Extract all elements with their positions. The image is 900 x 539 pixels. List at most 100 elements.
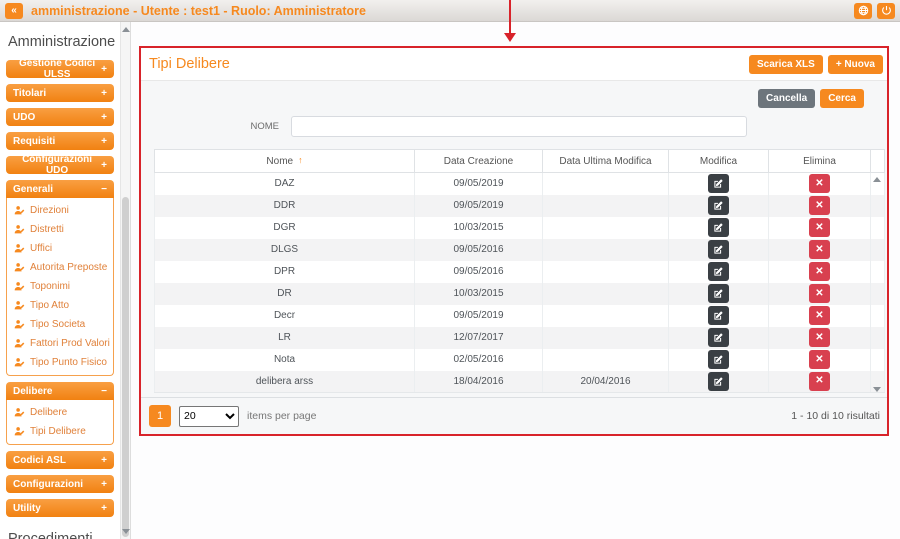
edit-button[interactable] xyxy=(708,350,729,369)
sidebar-collapse-button[interactable]: « xyxy=(5,3,23,19)
delete-button[interactable]: ✕ xyxy=(809,284,830,303)
tipi-delibere-table: Nome↑ Data Creazione Data Ultima Modific… xyxy=(154,149,885,393)
column-header-data-creazione[interactable]: Data Creazione xyxy=(415,150,543,173)
cell-nome: DGR xyxy=(155,217,415,239)
expand-icon: + xyxy=(101,64,107,75)
sidebar-item-configurazioni[interactable]: Configurazioni + xyxy=(6,475,114,493)
edit-button[interactable] xyxy=(708,262,729,281)
sidebar-item-tipo-punto-fisico[interactable]: Tipo Punto Fisico xyxy=(7,353,113,372)
delete-button[interactable]: ✕ xyxy=(809,174,830,193)
sidebar-item-fattori-prod-valori[interactable]: Fattori Prod Valori xyxy=(7,334,113,353)
x-icon: ✕ xyxy=(815,267,823,277)
x-icon: ✕ xyxy=(815,289,823,299)
globe-icon xyxy=(858,5,869,16)
edit-button[interactable] xyxy=(708,306,729,325)
sidebar-item-uffici[interactable]: Uffici xyxy=(7,239,113,258)
logout-button[interactable] xyxy=(877,3,895,19)
sidebar-item-tipo-societa[interactable]: Tipo Societa xyxy=(7,315,113,334)
cell-data-ultima-modifica xyxy=(543,239,669,261)
page-title: Tipi Delibere xyxy=(149,56,230,72)
sidebar-scrollbar[interactable] xyxy=(120,22,131,539)
cell-data-creazione: 09/05/2016 xyxy=(415,261,543,283)
cell-nome: DLGS xyxy=(155,239,415,261)
items-per-page-label: items per page xyxy=(247,410,316,422)
search-button[interactable]: Cerca xyxy=(820,89,864,108)
cell-data-ultima-modifica: 20/04/2016 xyxy=(543,371,669,393)
edit-button[interactable] xyxy=(708,328,729,347)
search-form: Cancella Cerca NOME xyxy=(141,81,888,149)
sidebar-section-title-procedimenti: Procedimenti xyxy=(6,523,114,539)
x-icon: ✕ xyxy=(815,223,823,233)
cell-data-ultima-modifica xyxy=(543,173,669,195)
table-row: DGR 10/03/2015 ✕ xyxy=(155,217,885,239)
expand-icon: + xyxy=(101,479,107,490)
delete-button[interactable]: ✕ xyxy=(809,328,830,347)
sidebar-item-toponimi[interactable]: Toponimi xyxy=(7,277,113,296)
sidebar-item-requisiti[interactable]: Requisiti + xyxy=(6,132,114,150)
sidebar-group-generali: Generali − Direzioni Distretti Uffici xyxy=(6,180,114,376)
delete-button[interactable]: ✕ xyxy=(809,218,830,237)
new-button[interactable]: + Nuova xyxy=(828,55,883,74)
table-scroll-up-icon[interactable] xyxy=(873,177,881,182)
table-row: delibera arss 18/04/2016 20/04/2016 ✕ xyxy=(155,371,885,393)
sidebar-item-configurazioni-udo[interactable]: Configurazioni UDO + xyxy=(6,156,114,174)
cell-data-ultima-modifica xyxy=(543,195,669,217)
sidebar-item-utility[interactable]: Utility + xyxy=(6,499,114,517)
export-xls-button[interactable]: Scarica XLS xyxy=(749,55,823,74)
page-1-button[interactable]: 1 xyxy=(149,405,171,427)
sidebar-item-tipo-atto[interactable]: Tipo Atto xyxy=(7,296,113,315)
page-size-select[interactable]: 20 xyxy=(179,406,239,427)
sidebar-item-generali[interactable]: Generali − xyxy=(6,180,114,198)
column-header-elimina: Elimina xyxy=(769,150,871,173)
clear-button[interactable]: Cancella xyxy=(758,89,815,108)
scroll-down-icon[interactable] xyxy=(122,529,130,534)
nome-input[interactable] xyxy=(291,116,747,137)
cell-data-creazione: 02/05/2016 xyxy=(415,349,543,371)
edit-button[interactable] xyxy=(708,240,729,259)
sidebar-item-delibere[interactable]: Delibere − xyxy=(6,382,114,400)
delete-button[interactable]: ✕ xyxy=(809,350,830,369)
edit-button[interactable] xyxy=(708,196,729,215)
delete-button[interactable]: ✕ xyxy=(809,372,830,391)
edit-button[interactable] xyxy=(708,218,729,237)
delete-button[interactable]: ✕ xyxy=(809,262,830,281)
sidebar-item-gestione-codici-ulss[interactable]: Gestione Codici ULSS + xyxy=(6,60,114,78)
pagination-bar: 1 20 items per page 1 - 10 di 10 risulta… xyxy=(141,397,888,434)
x-icon: ✕ xyxy=(815,245,823,255)
table-row: Decr 09/05/2019 ✕ xyxy=(155,305,885,327)
globe-button[interactable] xyxy=(854,3,872,19)
delete-button[interactable]: ✕ xyxy=(809,306,830,325)
table-scroll-down-icon[interactable] xyxy=(873,387,881,392)
sidebar-item-direzioni[interactable]: Direzioni xyxy=(7,201,113,220)
sidebar-item-distretti[interactable]: Distretti xyxy=(7,220,113,239)
main-content: Tipi Delibere Scarica XLS + Nuova Cancel… xyxy=(132,22,900,539)
scrollbar-thumb[interactable] xyxy=(122,197,129,537)
sidebar-item-titolari[interactable]: Titolari + xyxy=(6,84,114,102)
panel-body: Cancella Cerca NOME xyxy=(141,81,888,434)
table-row: Nota 02/05/2016 ✕ xyxy=(155,349,885,371)
sidebar-item-tipi-delibere[interactable]: Tipi Delibere xyxy=(7,422,113,441)
edit-button[interactable] xyxy=(708,284,729,303)
sidebar-item-delibere-sub[interactable]: Delibere xyxy=(7,403,113,422)
pencil-square-icon xyxy=(713,244,724,255)
cell-nome: Decr xyxy=(155,305,415,327)
sidebar-item-codici-asl[interactable]: Codici ASL + xyxy=(6,451,114,469)
user-icon xyxy=(14,319,25,330)
cell-data-ultima-modifica xyxy=(543,349,669,371)
expand-icon: + xyxy=(101,136,107,147)
edit-button[interactable] xyxy=(708,372,729,391)
expand-icon: + xyxy=(101,455,107,466)
x-icon: ✕ xyxy=(815,311,823,321)
table-row: LR 12/07/2017 ✕ xyxy=(155,327,885,349)
edit-button[interactable] xyxy=(708,174,729,193)
scroll-up-icon[interactable] xyxy=(122,27,130,32)
power-icon xyxy=(881,5,892,16)
delete-button[interactable]: ✕ xyxy=(809,240,830,259)
delete-button[interactable]: ✕ xyxy=(809,196,830,215)
sidebar-item-autorita-preposte[interactable]: Autorita Preposte xyxy=(7,258,113,277)
sidebar-item-udo[interactable]: UDO + xyxy=(6,108,114,126)
user-icon xyxy=(14,338,25,349)
column-header-nome[interactable]: Nome↑ xyxy=(155,150,415,173)
pencil-square-icon xyxy=(713,222,724,233)
column-header-data-ultima-modifica[interactable]: Data Ultima Modifica xyxy=(543,150,669,173)
